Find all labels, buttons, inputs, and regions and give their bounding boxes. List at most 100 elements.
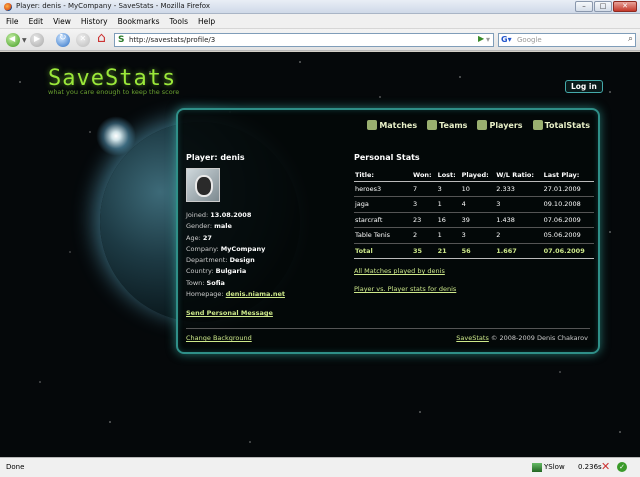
table-header: Title: Won: Lost: Played: W/L Ratio: Las…: [354, 169, 594, 182]
info-joined: Joined: 13.08.2008: [186, 211, 346, 222]
close-window-button[interactable]: ✕: [613, 1, 637, 12]
nav-matches-label[interactable]: Matches: [379, 121, 417, 130]
info-value: Sofia: [206, 278, 225, 287]
ok-icon[interactable]: ✓: [617, 462, 627, 472]
cell: 7: [412, 181, 437, 197]
cell: 07.06.2009: [542, 243, 594, 259]
cell: 2: [412, 227, 437, 244]
change-background-link[interactable]: Change Background: [186, 334, 252, 342]
matches-icon: [367, 120, 378, 130]
table-row: starcraft 23 16 39 1.438 07.06.2009: [354, 212, 594, 228]
page-viewport: SaveStats what you care enough to keep t…: [0, 52, 640, 457]
back-icon[interactable]: [6, 33, 20, 47]
info-value: 13.08.2008: [210, 211, 252, 219]
table-row: Table Tenis 2 1 3 2 05.06.2009: [354, 227, 594, 244]
all-matches-link[interactable]: All Matches played by denis: [354, 267, 445, 275]
history-dropdown-icon[interactable]: ▼: [22, 37, 27, 44]
cell: heroes3: [354, 181, 412, 197]
go-icon[interactable]: ▶: [478, 34, 490, 46]
menu-bar: File Edit View History Bookmarks Tools H…: [0, 14, 640, 29]
firefox-icon: [4, 3, 12, 11]
footer-divider: [186, 328, 590, 329]
cell: 23: [412, 212, 437, 228]
info-age: Age: 27: [186, 234, 346, 245]
info-value: MyCompany: [220, 244, 266, 253]
homepage-link[interactable]: denis.niama.net: [226, 290, 285, 298]
error-icon[interactable]: ✕: [601, 460, 610, 473]
search-icon[interactable]: ⌕: [628, 34, 633, 44]
info-homepage: Homepage: denis.niama.net: [186, 290, 346, 301]
status-text: Done: [6, 463, 25, 471]
copyright-text: © 2008-2009 Denis Chakarov: [488, 334, 588, 342]
menu-edit[interactable]: Edit: [29, 17, 44, 26]
cell: 27.01.2009: [542, 181, 594, 197]
menu-help[interactable]: Help: [198, 17, 215, 26]
brand-link[interactable]: SaveStats: [456, 334, 489, 342]
search-placeholder[interactable]: Google: [517, 36, 542, 44]
load-time: 0.236s: [578, 463, 602, 471]
nav-players[interactable]: Players: [477, 120, 523, 130]
pvp-stats-link[interactable]: Player vs. Player stats for denis: [354, 285, 456, 293]
cell: 1.667: [495, 243, 543, 259]
window-controls: – □ ✕: [575, 1, 637, 12]
nav-teams-label[interactable]: Teams: [439, 121, 467, 130]
reload-icon[interactable]: [56, 33, 70, 47]
nav-matches[interactable]: Matches: [367, 120, 417, 130]
site-nav: Matches Teams Players TotalStats: [367, 120, 590, 130]
address-text[interactable]: http://savestats/profile/3: [129, 36, 215, 44]
menu-tools[interactable]: Tools: [170, 17, 188, 26]
cell: 1: [436, 227, 461, 244]
navigation-toolbar: ▼ S http://savestats/profile/3 ▾ ▶ G▾ Go…: [0, 29, 640, 51]
menu-bookmarks[interactable]: Bookmarks: [118, 17, 160, 26]
info-label: Homepage:: [186, 290, 224, 299]
nav-totalstats[interactable]: TotalStats: [532, 120, 590, 130]
home-icon[interactable]: [96, 30, 110, 47]
cell: 10: [460, 181, 496, 197]
avatar: [186, 168, 220, 202]
cell: 4: [460, 196, 496, 213]
yslow-icon[interactable]: [532, 463, 542, 472]
info-label: Age:: [186, 233, 201, 242]
table-row: heroes3 7 3 10 2.333 27.01.2009: [354, 181, 594, 197]
info-company: Company: MyCompany: [186, 245, 346, 256]
cell: 3: [495, 196, 543, 213]
address-bar[interactable]: S http://savestats/profile/3 ▾: [114, 33, 494, 47]
info-label: Department:: [186, 256, 228, 265]
player-info: Joined: 13.08.2008 Gender: male Age: 27 …: [186, 211, 346, 301]
google-icon[interactable]: G▾: [501, 35, 512, 44]
stats-title: Personal Stats: [354, 153, 420, 162]
menu-history[interactable]: History: [81, 17, 108, 26]
cell: 07.06.2009: [542, 212, 594, 228]
table-row: jaga 3 1 4 3 09.10.2008: [354, 196, 594, 213]
site-tagline: what you care enough to keep the score: [48, 88, 180, 96]
cell: jaga: [354, 196, 412, 213]
forward-icon[interactable]: [30, 33, 44, 47]
stop-icon[interactable]: [76, 33, 90, 47]
menu-view[interactable]: View: [53, 17, 71, 26]
search-box[interactable]: G▾ Google ⌕: [498, 33, 636, 47]
col-lastplay: Last Play:: [542, 169, 594, 182]
col-played: Played:: [460, 169, 496, 182]
player-title: Player: denis: [186, 153, 245, 162]
minimize-button[interactable]: –: [575, 1, 593, 12]
totalstats-icon: [532, 120, 543, 130]
nav-totalstats-label[interactable]: TotalStats: [545, 121, 590, 130]
maximize-button[interactable]: □: [594, 1, 612, 12]
nav-players-label[interactable]: Players: [489, 121, 522, 130]
yslow-label[interactable]: YSlow: [544, 463, 565, 471]
info-gender: Gender: male: [186, 222, 346, 233]
col-title: Title:: [354, 169, 412, 182]
info-value: Bulgaria: [215, 267, 247, 276]
menu-file[interactable]: File: [6, 17, 19, 26]
nav-teams[interactable]: Teams: [427, 120, 467, 130]
send-message-link[interactable]: Send Personal Message: [186, 309, 273, 317]
info-value: 27: [202, 233, 212, 242]
col-lost: Lost:: [436, 169, 461, 182]
players-icon: [477, 120, 488, 130]
cell: 21: [436, 243, 461, 259]
login-button[interactable]: Log in: [565, 80, 603, 93]
teams-icon: [427, 120, 438, 130]
cell: 35: [412, 243, 437, 259]
col-ratio: W/L Ratio:: [495, 169, 543, 182]
info-value: male: [214, 222, 232, 231]
